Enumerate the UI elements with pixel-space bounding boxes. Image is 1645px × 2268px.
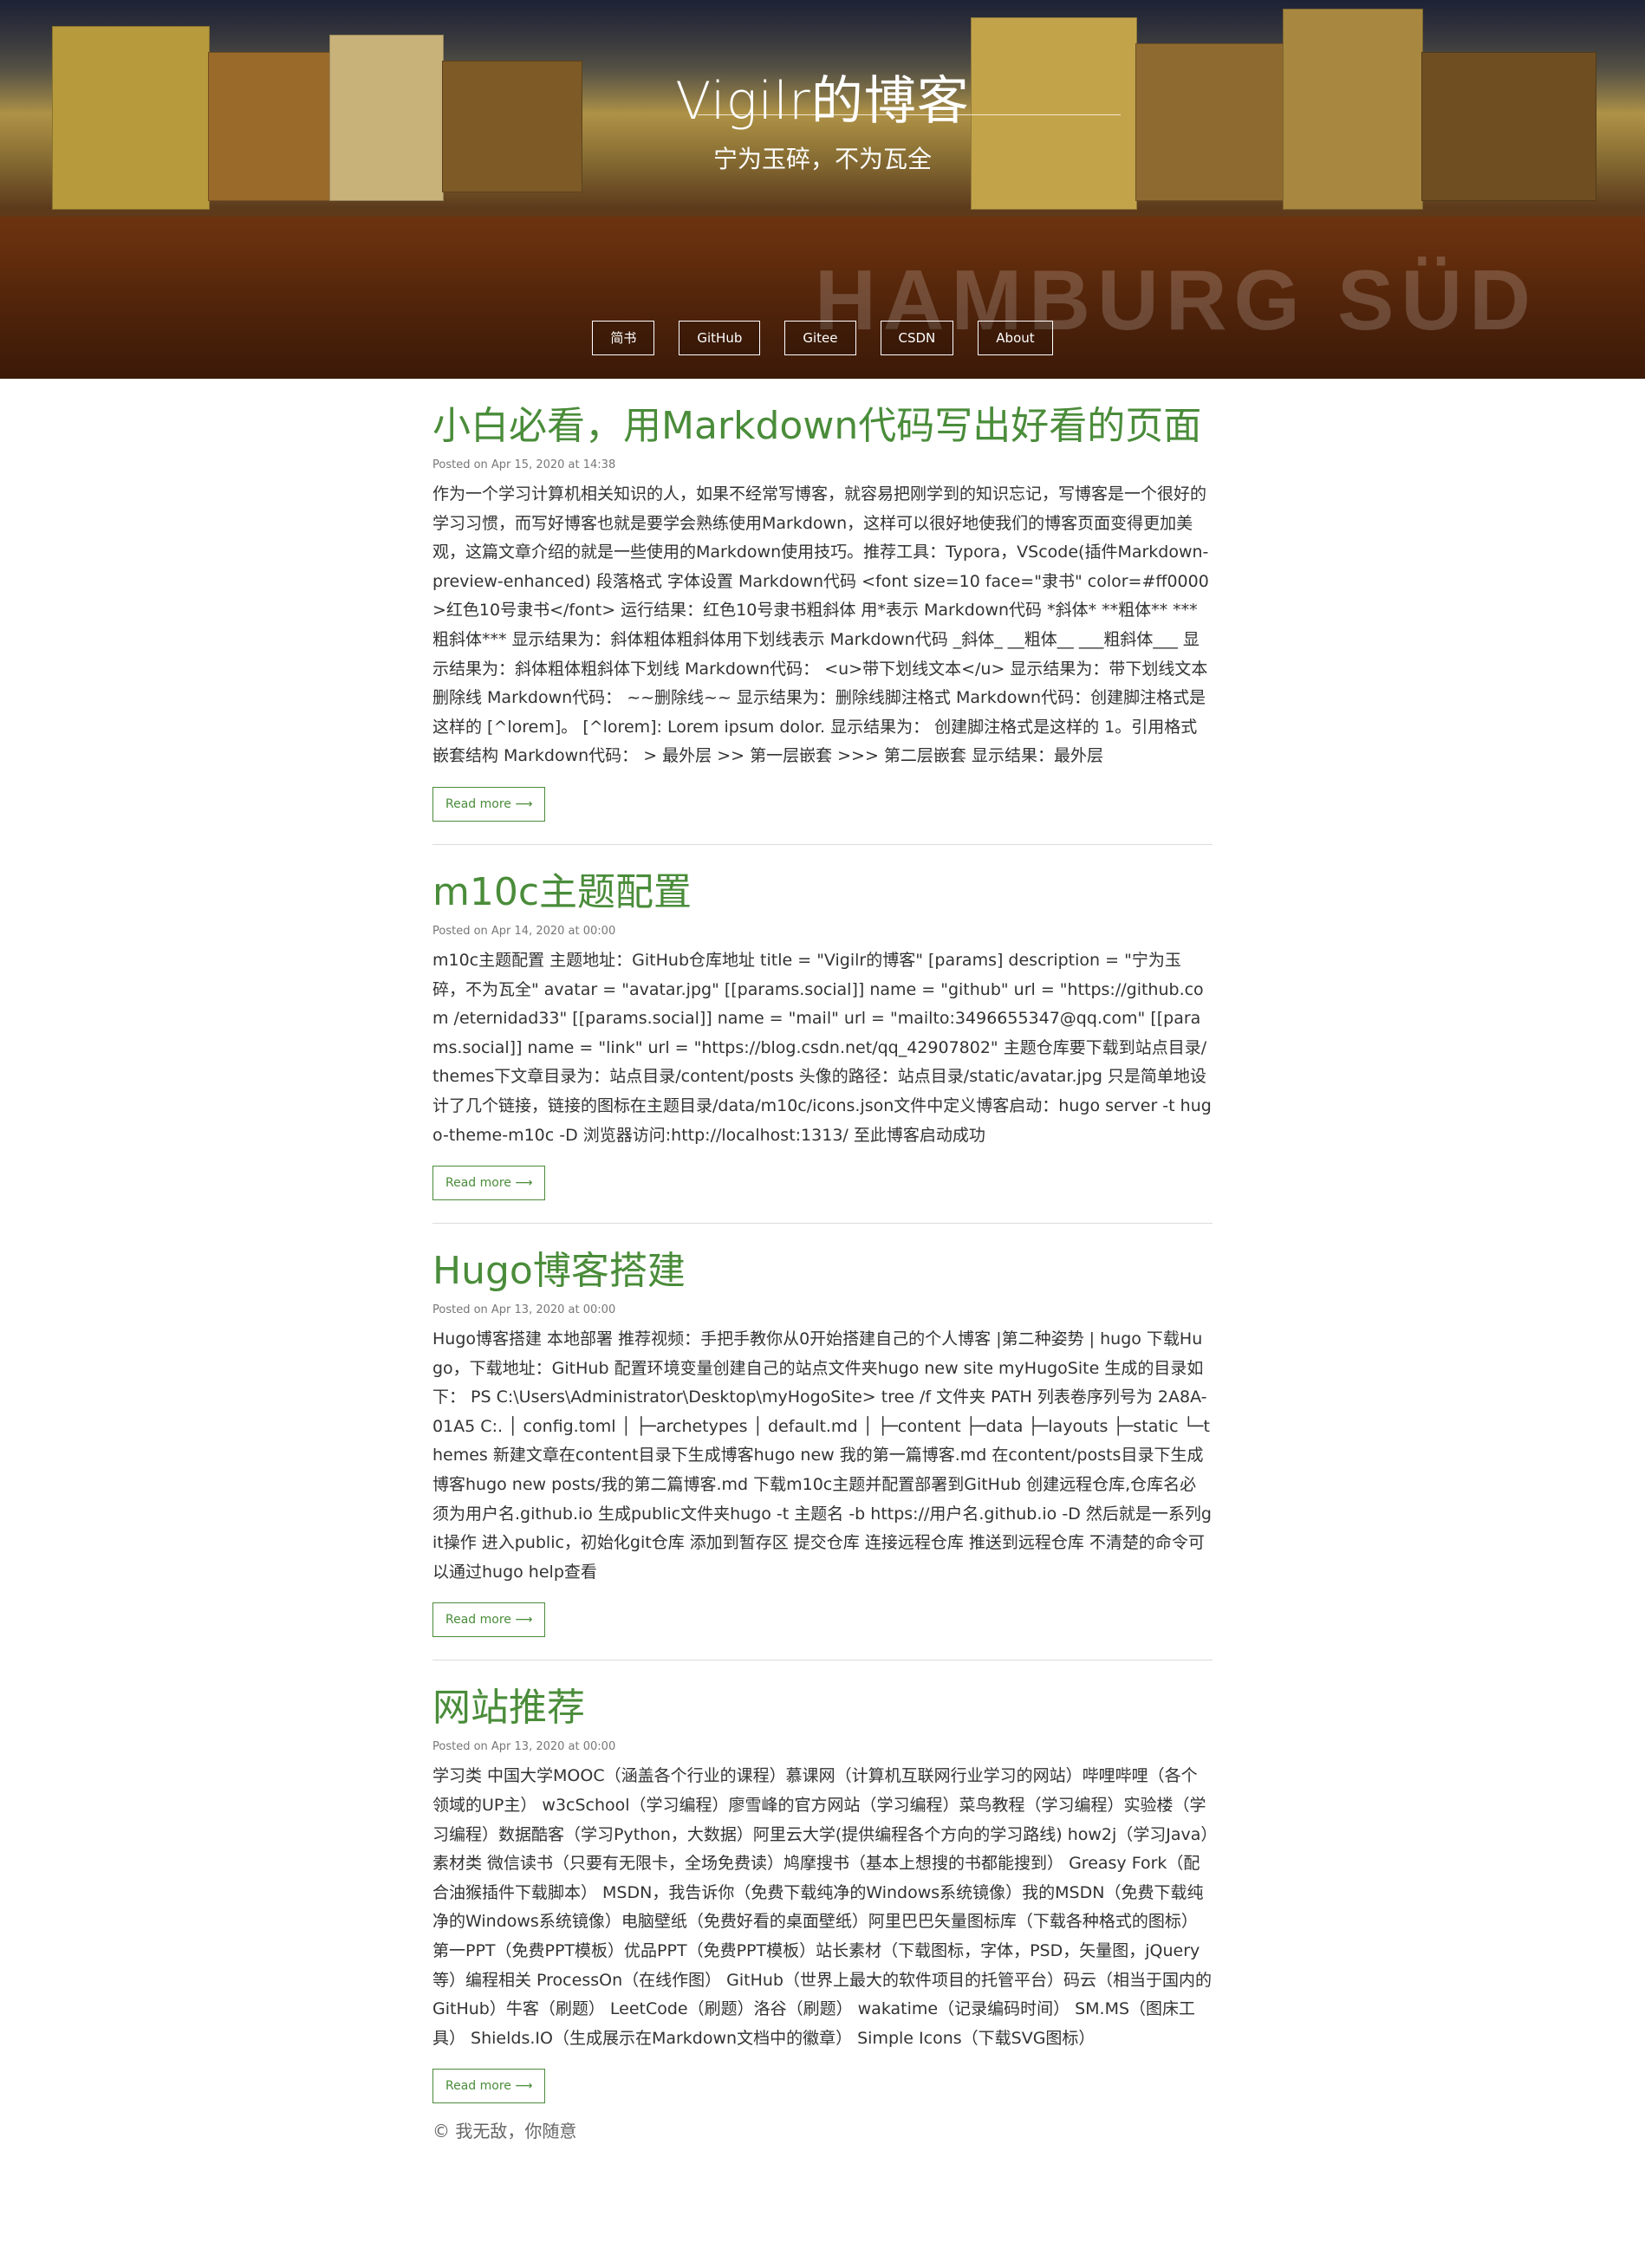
post-item: Hugo博客搭建 Posted on Apr 13, 2020 at 00:00… [432,1224,1213,1661]
site-footer: © 我无敌，你随意 [432,2121,577,2142]
post-item: m10c主题配置 Posted on Apr 14, 2020 at 00:00… [432,845,1213,1225]
nav-link-gitee[interactable]: Gitee [784,321,856,355]
post-date: Posted on Apr 13, 2020 at 00:00 [432,1740,616,1754]
read-more-button[interactable]: Read more ⟶ [432,1166,546,1201]
title-divider [698,114,1121,115]
nav-link-csdn[interactable]: CSDN [880,321,954,355]
social-nav: 简书 GitHub Gitee CSDN About [0,321,1645,355]
post-title-link[interactable]: m10c主题配置 [432,866,1213,920]
read-more-button[interactable]: Read more ⟶ [432,1602,546,1638]
nav-link-about[interactable]: About [978,321,1053,355]
post-summary: Hugo博客搭建 本地部署 推荐视频：手把手教你从0开始搭建自己的个人博客 |第… [432,1329,1212,1582]
post-title-link[interactable]: 网站推荐 [432,1681,1213,1735]
site-title: Vigilr的博客 [675,71,970,133]
post-title-link[interactable]: Hugo博客搭建 [432,1244,1213,1298]
read-more-button[interactable]: Read more ⟶ [432,786,546,822]
post-summary: 作为一个学习计算机相关知识的人，如果不经常写博客，就容易把刚学到的知识忘记，写博… [432,484,1209,766]
post-item: 小白必看，用Markdown代码写出好看的页面 Posted on Apr 15… [432,379,1213,845]
read-more-button[interactable]: Read more ⟶ [432,2069,546,2104]
post-summary: 学习类 中国大学MOOC（涵盖各个行业的课程）慕课网（计算机互联网行业学习的网站… [432,1766,1212,2048]
nav-link-github[interactable]: GitHub [679,321,761,355]
post-summary: m10c主题配置 主题地址：GitHub仓库地址 title = "Vigilr… [432,950,1212,1145]
post-list: 小白必看，用Markdown代码写出好看的页面 Posted on Apr 15… [432,379,1213,2142]
site-subtitle: 宁为玉碎，不为瓦全 [712,145,932,173]
post-date: Posted on Apr 13, 2020 at 00:00 [432,1303,616,1317]
nav-link-jianshu[interactable]: 简书 [592,321,655,355]
post-title-link[interactable]: 小白必看，用Markdown代码写出好看的页面 [432,400,1213,453]
site-header: HAMBURG SÜD Vigilr的博客 宁为玉碎，不为瓦全 简书 GitHu… [0,0,1645,379]
post-item: 网站推荐 Posted on Apr 13, 2020 at 00:00 学习类… [432,1660,1213,2104]
post-date: Posted on Apr 14, 2020 at 00:00 [432,924,616,938]
post-date: Posted on Apr 15, 2020 at 14:38 [432,458,616,471]
